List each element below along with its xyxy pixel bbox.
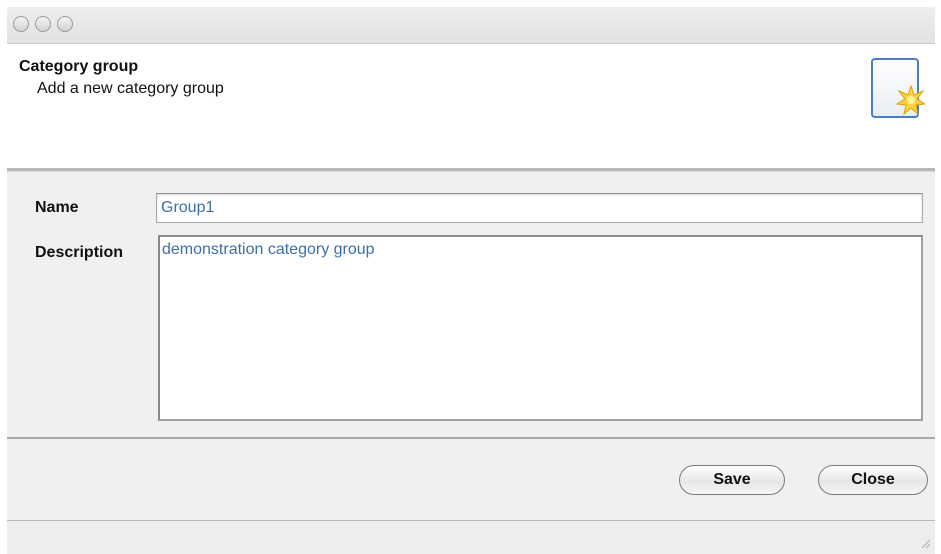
form-panel: Name Description demonstration category … (7, 172, 935, 437)
dialog-title: Category group (19, 58, 139, 75)
status-bar (7, 521, 935, 554)
dialog-subtitle: Add a new category group (37, 80, 224, 97)
minimize-window-button[interactable] (35, 16, 51, 32)
button-bar: Save Close (7, 439, 935, 521)
dialog-window: Category group Add a new category group … (7, 7, 935, 554)
dialog-header: Category group Add a new category group (7, 44, 935, 168)
name-field[interactable] (156, 193, 923, 223)
zoom-window-button[interactable] (57, 16, 73, 32)
description-label: Description (35, 244, 124, 261)
resize-grip-icon[interactable] (921, 539, 931, 549)
name-label: Name (35, 199, 79, 216)
new-item-star-icon (871, 58, 925, 118)
close-window-button[interactable] (13, 16, 29, 32)
title-bar (7, 7, 935, 44)
close-button[interactable]: Close (818, 465, 928, 495)
description-field[interactable]: demonstration category group (158, 235, 923, 421)
save-button[interactable]: Save (679, 465, 785, 495)
